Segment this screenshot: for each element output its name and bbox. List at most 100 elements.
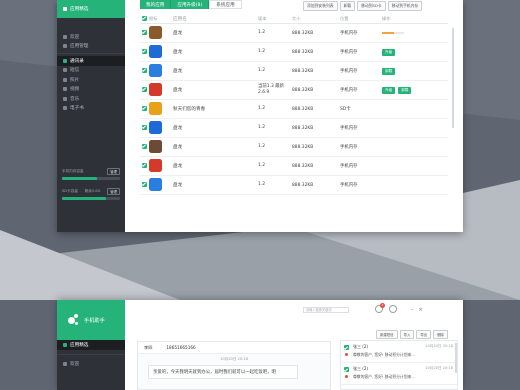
column-header: 图标: [149, 15, 158, 21]
table-row[interactable]: 盘龙 当前1.3 最新2.6.9 888.32KB 手机内存 升级 卸载: [140, 81, 448, 100]
app-version: 1.2: [258, 125, 265, 130]
window-controls: – ×: [411, 307, 423, 313]
row-checkbox[interactable]: [142, 48, 147, 54]
list-item[interactable]: 张三 (2) 10月20日 20:18 尊敬的客户, 您好! 移动积分计划来...: [341, 341, 457, 363]
row-checkbox[interactable]: [142, 124, 147, 130]
row-checkbox[interactable]: [142, 105, 147, 111]
scrollbar[interactable]: [455, 343, 457, 373]
app-icon: [149, 44, 162, 58]
row-checkbox[interactable]: [142, 181, 147, 187]
list-item[interactable]: 张三 (2) 10月20日 20:18 尊敬的客户, 您好! 移动积分计划来...: [341, 363, 457, 385]
row-checkbox[interactable]: [142, 86, 147, 92]
import-button[interactable]: 导入: [399, 330, 415, 339]
sidebar-item-3[interactable]: 短信: [57, 66, 125, 76]
storage-label: 手机内存容量: [62, 169, 84, 173]
tab-bar: 我的应用 应用升级(8) 系统应用: [140, 0, 242, 9]
move-to-phone-button[interactable]: 移动到手机内存: [387, 1, 423, 11]
settings-icon[interactable]: [389, 305, 397, 313]
minimize-icon[interactable]: –: [411, 307, 414, 313]
app-size: 888.32KB: [292, 87, 314, 93]
scrollbar[interactable]: [452, 28, 454, 128]
upgrade-button[interactable]: 升级: [382, 86, 396, 94]
app-logo: 手机助手: [57, 300, 125, 340]
export-button[interactable]: 导出: [416, 330, 432, 339]
main-panel: 我的应用 应用升级(8) 系统应用 添加到安装列表 卸载 移动到SD卡 移动到手…: [125, 0, 463, 232]
app-icon: [149, 177, 162, 191]
table-row[interactable]: 盘龙 1.2 888.32KB 手机内存: [140, 138, 448, 157]
app-name: 盘龙: [173, 88, 183, 93]
upgrade-button[interactable]: 升级: [382, 48, 396, 56]
sidebar-item-4[interactable]: 照片: [57, 75, 125, 85]
table-row[interactable]: 秋天们您的青春 1.2 888.32KB SD卡: [140, 100, 448, 119]
delete-button[interactable]: 删除: [433, 330, 448, 339]
app-version: 1.2: [258, 182, 265, 187]
tab-app-upgrades[interactable]: 应用升级(8): [171, 0, 210, 9]
thread-checkbox[interactable]: [344, 367, 349, 372]
sidebar-item-5[interactable]: 视频: [57, 85, 125, 95]
storage-value: 剩余5.6G: [84, 189, 101, 193]
sidebar-item-2[interactable]: 通讯录: [57, 56, 125, 66]
row-checkbox[interactable]: [142, 29, 147, 35]
sidebar-item-store[interactable]: 应用精选: [57, 340, 125, 350]
sidebar-item-label: 应用精选: [70, 343, 89, 348]
contact-phone: 18651665166: [166, 345, 196, 350]
uninstall-button[interactable]: 卸载: [339, 1, 356, 11]
app-title: 手机助手: [84, 317, 105, 324]
table-row[interactable]: 盘龙 1.2 888.32KB 手机内存 卸载: [140, 62, 448, 81]
app-version: 1.2: [258, 49, 265, 54]
new-sms-button[interactable]: 新建短信: [376, 330, 398, 339]
app-name: 盘龙: [173, 126, 183, 131]
row-checkbox[interactable]: [142, 162, 147, 168]
table-row[interactable]: 盘龙 1.2 888.32KB 手机内存: [140, 119, 448, 138]
app-name: 盘龙: [173, 145, 183, 150]
thread-checkbox[interactable]: [344, 345, 349, 350]
search-input[interactable]: 请输入搜索关键词: [303, 307, 349, 313]
table-row[interactable]: 盘龙 1.2 888.32KB 手机内存 升级: [140, 43, 448, 62]
table-row[interactable]: 盘龙 1.2 888.32KB 手机内存: [140, 157, 448, 176]
sidebar-item-label: 欢迎: [70, 362, 80, 367]
app-icon: [149, 101, 162, 115]
table-row[interactable]: 盘龙 1.2 888.32KB 手机内存: [140, 176, 448, 195]
close-icon[interactable]: ×: [419, 307, 423, 313]
manage-button[interactable]: 管理: [107, 168, 120, 175]
tab-system-apps[interactable]: 系统应用: [209, 0, 242, 9]
thread-preview: 尊敬的客户, 您好! 移动积分计划来...: [353, 352, 415, 357]
sidebar: 应用精选 欢迎 应用管理 通讯录 短信 照片 视频 音乐 电子书 手机内存容量 管理 SD卡容量…: [57, 0, 125, 232]
store-icon: [63, 343, 67, 347]
message-timestamp: 10月20日 20:18: [220, 357, 248, 361]
title-bar: 请输入搜索关键词 3 – ×: [125, 300, 463, 320]
welcome-icon: [63, 362, 67, 366]
toolbar: 添加到安装列表 卸载 移动到SD卡 移动到手机内存: [303, 1, 423, 11]
sidebar-item-label: 短信: [70, 68, 80, 74]
row-checkbox[interactable]: [142, 67, 147, 73]
sidebar-item-7[interactable]: 电子书: [57, 104, 125, 114]
app-size: 888.32KB: [292, 144, 314, 150]
sidebar-item-welcome[interactable]: 欢迎: [57, 359, 125, 369]
thread-time: 10月20日 20:18: [425, 344, 453, 348]
phone-storage: 手机内存容量 管理: [62, 168, 120, 180]
welcome-icon: [63, 34, 67, 39]
move-to-sd-button[interactable]: 移动到SD卡: [357, 1, 386, 11]
select-all-checkbox[interactable]: [142, 15, 147, 21]
tab-my-apps[interactable]: 我的应用: [140, 0, 172, 9]
uninstall-button[interactable]: 卸载: [398, 86, 412, 94]
app-version: 1.2: [258, 68, 265, 73]
sidebar-item-label: 应用精选: [70, 7, 89, 12]
app-icon: [149, 63, 162, 77]
row-checkbox[interactable]: [142, 143, 147, 149]
uninstall-button[interactable]: 卸载: [382, 67, 396, 75]
table-row[interactable]: 盘龙 1.2 888.32KB 手机内存: [140, 24, 448, 43]
add-to-install-list-button[interactable]: 添加到安装列表: [303, 1, 338, 11]
sidebar-item-1[interactable]: 应用管理: [57, 42, 125, 52]
sms-toolbar: 新建短信 导入 导出 删除: [376, 330, 448, 339]
sidebar-item-6[interactable]: 音乐: [57, 94, 125, 104]
notification-icon[interactable]: 3: [375, 303, 385, 313]
sidebar-item-store[interactable]: 应用精选: [57, 0, 125, 18]
sd-storage: SD卡容量 剩余5.6G 管理: [62, 188, 120, 200]
store-icon: [63, 7, 67, 11]
sidebar-item-0[interactable]: 欢迎: [57, 32, 125, 42]
sidebar-item-label: 应用管理: [70, 44, 89, 50]
thread-name: 张三 (2): [353, 366, 368, 371]
manage-button[interactable]: 管理: [107, 188, 120, 195]
table-header: 图标 应用名 版本 大小 位置 操作: [140, 14, 448, 24]
